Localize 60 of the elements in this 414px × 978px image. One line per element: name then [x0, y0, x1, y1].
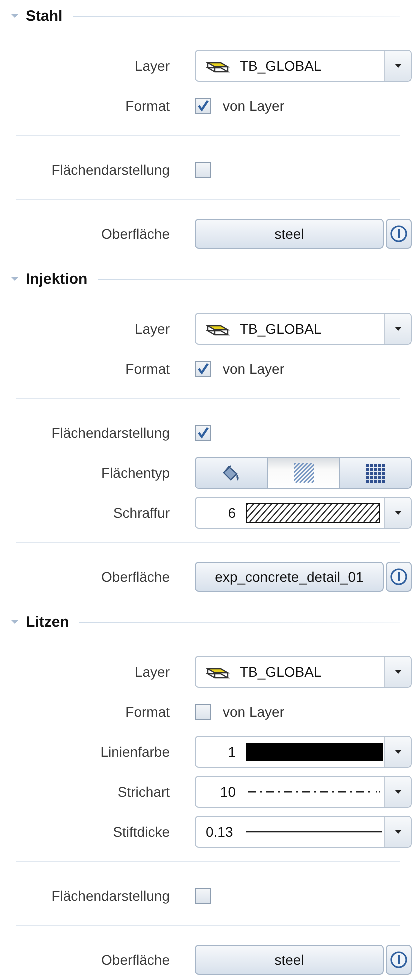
caret-icon: [394, 749, 402, 755]
field-label: Layer: [134, 58, 170, 74]
checkbox[interactable]: [195, 162, 211, 178]
caret-icon: [394, 510, 402, 516]
field-label: Flächentyp: [100, 465, 170, 481]
field-label: Format: [124, 361, 170, 377]
field-label: Layer: [134, 321, 170, 337]
checkbox-label: von Layer: [223, 98, 284, 114]
field-label: Flächendarstellung: [50, 888, 170, 904]
field-label: Schraffur: [112, 505, 170, 521]
caret-icon: [394, 669, 402, 675]
fill-type-button[interactable]: [196, 458, 267, 488]
layer-dropdown[interactable]: TB_GLOBAL: [195, 656, 412, 688]
section-title: Injektion: [26, 270, 88, 288]
checkbox-label: von Layer: [223, 361, 284, 377]
checkbox[interactable]: [195, 704, 211, 720]
surface-button[interactable]: steel: [195, 945, 384, 975]
hatch-dropdown[interactable]: 6: [195, 497, 412, 529]
field-label: Linienfarbe: [100, 744, 170, 760]
caret-icon: [394, 63, 402, 69]
info-button[interactable]: [386, 219, 412, 249]
checkbox[interactable]: [195, 425, 211, 441]
line-type-dropdown[interactable]: 10: [195, 776, 412, 808]
fill-type-button[interactable]: [339, 458, 411, 488]
check-icon: [197, 427, 209, 439]
field-label: Layer: [134, 664, 170, 680]
checkbox[interactable]: [195, 361, 211, 377]
field-label: Oberfläche: [100, 952, 170, 968]
section-title: Stahl: [26, 8, 63, 24]
line-color-dropdown[interactable]: 1: [195, 736, 412, 768]
caret-icon: [394, 326, 402, 332]
caret-icon: [394, 789, 402, 795]
layer-dropdown[interactable]: TB_GLOBAL: [195, 50, 412, 82]
layer-dropdown[interactable]: TB_GLOBAL: [195, 313, 412, 345]
info-button[interactable]: [386, 945, 412, 975]
field-label: Flächendarstellung: [50, 425, 170, 441]
info-icon: [390, 951, 408, 969]
field-label: Oberfläche: [100, 226, 170, 242]
field-label: Strichart: [116, 784, 170, 800]
pen-thickness-dropdown[interactable]: 0.13: [195, 816, 412, 848]
hatch-icon: [294, 463, 314, 483]
surface-button[interactable]: exp_concrete_detail_01: [195, 562, 384, 592]
field-label: Stiftdicke: [112, 824, 170, 840]
caret-icon: [394, 829, 402, 835]
surface-button[interactable]: steel: [195, 219, 384, 249]
field-label: Flächendarstellung: [50, 162, 170, 178]
info-button[interactable]: [386, 562, 412, 592]
field-label: Oberfläche: [100, 569, 170, 585]
check-icon: [197, 100, 209, 112]
info-icon: [390, 225, 408, 243]
checkbox-label: von Layer: [223, 704, 284, 720]
check-icon: [197, 363, 209, 375]
paint-bucket-icon: [222, 464, 242, 482]
field-label: Format: [124, 704, 170, 720]
section-title: Litzen: [26, 614, 70, 630]
grid-icon: [366, 464, 385, 482]
field-label: Format: [124, 98, 170, 114]
checkbox[interactable]: [195, 888, 211, 904]
checkbox[interactable]: [195, 98, 211, 114]
info-icon: [390, 568, 408, 586]
